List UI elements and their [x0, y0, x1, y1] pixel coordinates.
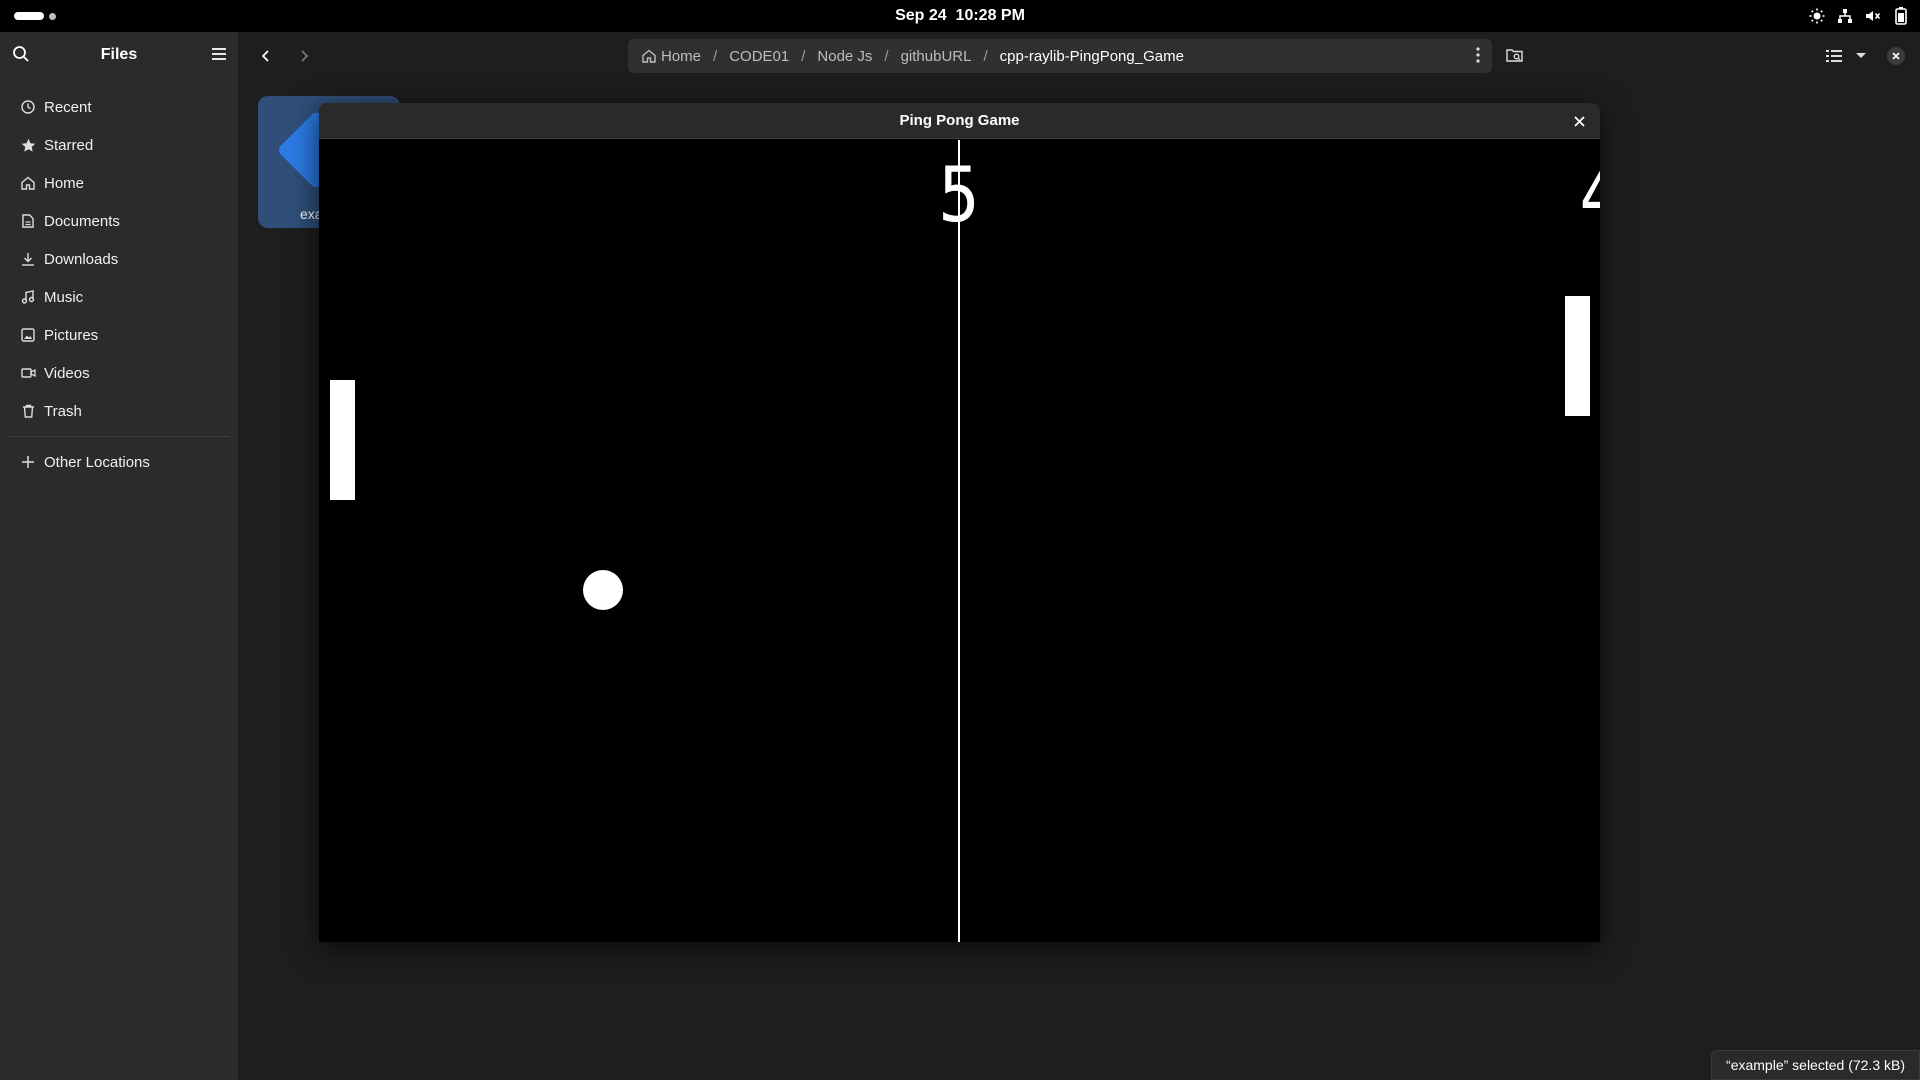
sidebar-item-pictures[interactable]: Pictures — [0, 316, 238, 354]
picture-icon — [20, 327, 36, 343]
close-window-icon[interactable] — [1884, 44, 1908, 68]
home-icon — [642, 49, 656, 63]
search-folder-icon[interactable] — [1503, 44, 1527, 68]
sidebar-item-label: Home — [44, 174, 85, 192]
activities-indicator[interactable] — [14, 12, 56, 20]
sidebar-item-trash[interactable]: Trash — [0, 392, 238, 430]
sidebar-places: Recent Starred Home Documents Downloads … — [0, 78, 238, 481]
sidebar-item-label: Starred — [44, 136, 94, 154]
breadcrumb-separator: / — [884, 47, 889, 65]
sidebar-item-label: Recent — [44, 98, 92, 116]
left-paddle — [330, 380, 355, 500]
center-line — [958, 140, 960, 942]
music-icon — [20, 289, 36, 305]
hamburger-menu-icon[interactable] — [210, 45, 228, 63]
score-left: 5 — [938, 150, 980, 239]
network-icon — [1836, 6, 1854, 26]
clock-button[interactable]: Sep 24 10:28 PM — [895, 7, 1025, 24]
trash-icon — [20, 403, 36, 419]
game-window-titlebar[interactable]: Ping Pong Game — [319, 103, 1600, 139]
forward-button[interactable] — [292, 44, 316, 68]
breadcrumb-separator: / — [983, 47, 988, 65]
home-icon — [20, 175, 36, 191]
video-icon — [20, 365, 36, 381]
sidebar-divider — [8, 436, 230, 437]
system-tray[interactable] — [1808, 6, 1910, 26]
chevron-right-icon — [301, 50, 309, 62]
recent-icon — [20, 99, 36, 115]
game-canvas[interactable]: 5 4 — [319, 140, 1600, 942]
top-bar: Sep 24 10:28 PM — [0, 0, 1920, 32]
score-right: 4 — [1555, 157, 1600, 233]
sidebar-item-home[interactable]: Home — [0, 164, 238, 202]
document-icon — [20, 213, 36, 229]
view-options-dropdown-icon[interactable] — [1849, 44, 1873, 68]
sidebar-item-recent[interactable]: Recent — [0, 88, 238, 126]
sidebar-item-label: Trash — [44, 402, 82, 420]
star-icon — [20, 137, 36, 153]
clock: Sep 24 10:28 PM — [0, 0, 1920, 32]
selection-status: “example” selected (72.3 kB) — [1711, 1050, 1920, 1080]
sidebar-item-other-locations[interactable]: Other Locations — [0, 443, 238, 481]
sidebar-item-label: Documents — [44, 212, 120, 230]
sidebar-item-label: Music — [44, 288, 84, 306]
sidebar-item-starred[interactable]: Starred — [0, 126, 238, 164]
breadcrumb-label: Node Js — [817, 47, 873, 65]
sidebar-item-music[interactable]: Music — [0, 278, 238, 316]
chevron-left-icon — [261, 50, 269, 62]
path-bar: Home / CODE01 / Node Js / githubURL / cp… — [628, 39, 1492, 73]
close-icon[interactable] — [1570, 112, 1588, 130]
ball — [583, 570, 623, 610]
breadcrumb-label: CODE01 — [729, 47, 790, 65]
breadcrumb-label: cpp-raylib-PingPong_Game — [999, 47, 1184, 65]
battery-icon — [1892, 6, 1910, 26]
back-button[interactable] — [254, 44, 278, 68]
sidebar-item-label: Other Locations — [44, 453, 150, 471]
sidebar-item-label: Downloads — [44, 250, 119, 268]
breadcrumb-separator: / — [713, 47, 718, 65]
game-window[interactable]: Ping Pong Game 5 4 — [319, 103, 1600, 942]
plus-icon — [20, 454, 36, 470]
sidebar-item-label: Videos — [44, 364, 90, 382]
breadcrumb-label: githubURL — [900, 47, 972, 65]
sidebar-item-documents[interactable]: Documents — [0, 202, 238, 240]
breadcrumb-githuburl[interactable]: githubURL — [901, 48, 972, 65]
download-icon — [20, 251, 36, 267]
sidebar-title: Files — [100, 46, 138, 63]
workspace-indicator — [49, 12, 56, 20]
breadcrumb-label: Home — [661, 47, 702, 65]
breadcrumb-separator: / — [801, 47, 806, 65]
sidebar-item-videos[interactable]: Videos — [0, 354, 238, 392]
game-window-title: Ping Pong Game — [899, 112, 1020, 129]
more-options-icon[interactable] — [1476, 47, 1480, 63]
breadcrumb-node-js[interactable]: Node Js — [817, 48, 872, 65]
sidebar-item-label: Pictures — [44, 326, 99, 344]
breadcrumb-home[interactable]: Home — [642, 48, 701, 65]
breadcrumb-current-folder[interactable]: cpp-raylib-PingPong_Game — [1000, 48, 1184, 65]
brightness-icon — [1808, 6, 1826, 26]
sidebar: Files Recent Starred Home Documents Down… — [0, 32, 238, 1080]
workspace-active-indicator — [14, 12, 44, 20]
sidebar-header: Files — [0, 32, 238, 78]
right-paddle — [1565, 296, 1590, 416]
clock-time: 10:28 PM — [955, 7, 1025, 24]
sidebar-item-downloads[interactable]: Downloads — [0, 240, 238, 278]
clock-date: Sep 24 — [895, 7, 947, 24]
volume-muted-icon — [1864, 6, 1882, 26]
list-view-icon[interactable] — [1822, 44, 1846, 68]
breadcrumb-code01[interactable]: CODE01 — [729, 48, 789, 65]
